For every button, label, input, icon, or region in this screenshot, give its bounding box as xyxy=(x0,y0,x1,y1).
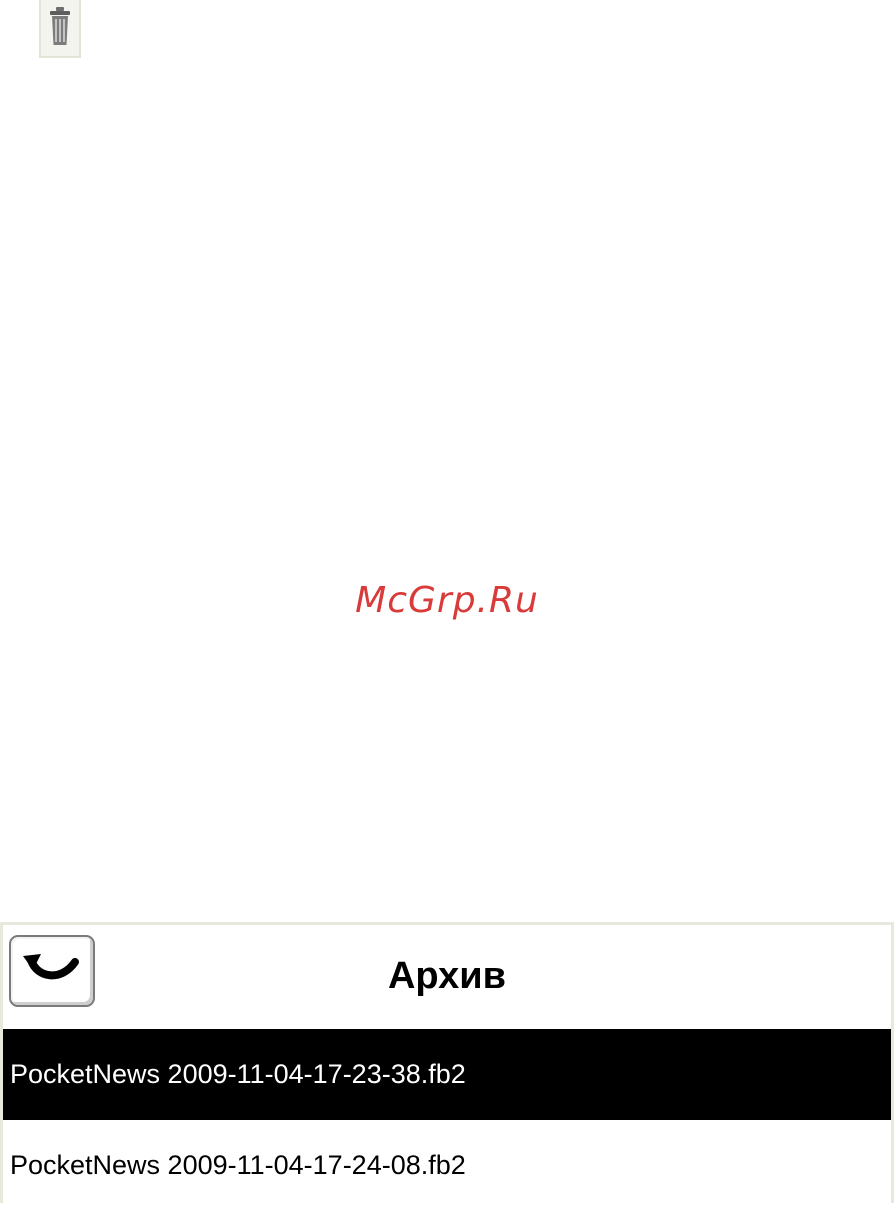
file-name: PocketNews 2009-11-04-17-24-08.fb2 xyxy=(10,1150,466,1180)
list-item[interactable]: PocketNews 2009-11-04-17-24-08.fb2 xyxy=(3,1120,891,1211)
watermark-text: McGrp.Ru xyxy=(355,580,539,621)
panel-title: Архив xyxy=(387,955,506,997)
file-list: PocketNews 2009-11-04-17-23-38.fb2 Pocke… xyxy=(3,1029,891,1211)
list-item[interactable]: PocketNews 2009-11-04-17-23-38.fb2 xyxy=(3,1029,891,1120)
trash-icon xyxy=(49,6,71,51)
panel-header: Архив xyxy=(3,925,891,1029)
file-name: PocketNews 2009-11-04-17-23-38.fb2 xyxy=(10,1059,466,1089)
archive-panel: Архив PocketNews 2009-11-04-17-23-38.fb2… xyxy=(0,922,894,1211)
delete-button[interactable] xyxy=(39,0,81,58)
